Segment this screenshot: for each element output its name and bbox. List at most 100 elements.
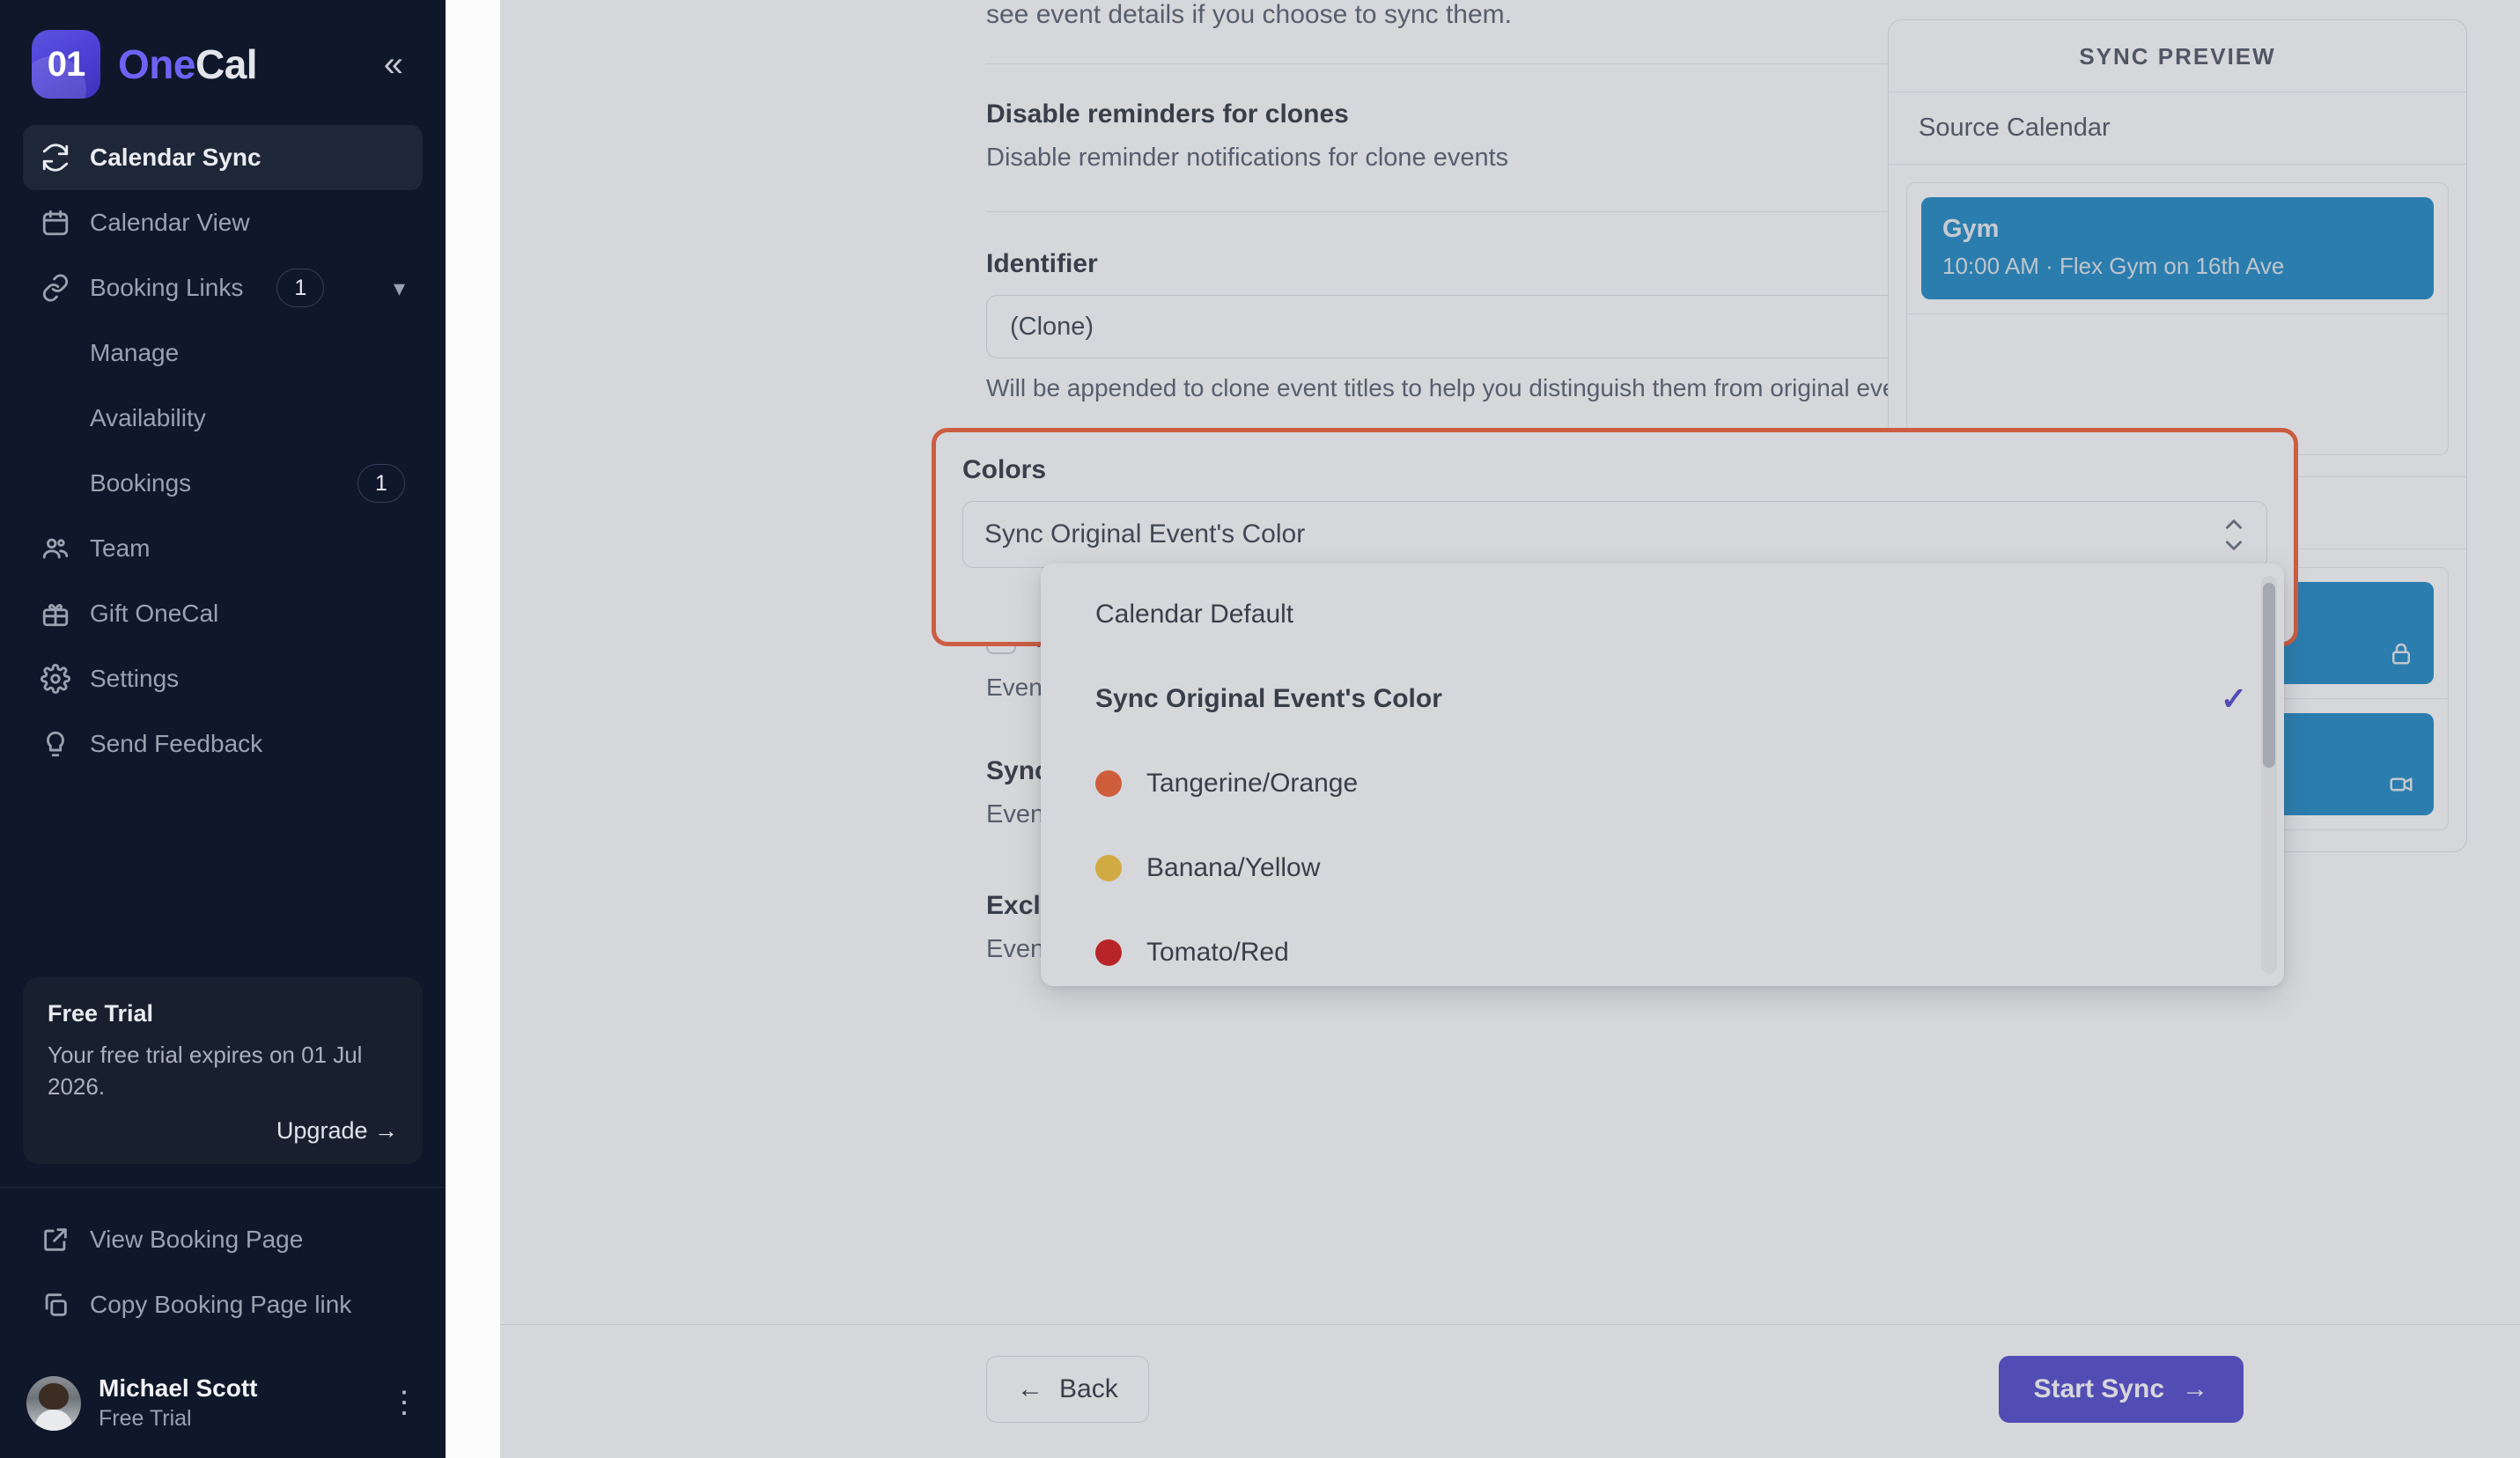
sidebar-item-label: Manage (90, 339, 179, 367)
sidebar-item-calendar-sync[interactable]: Calendar Sync (23, 125, 423, 190)
sidebar-item-label: Calendar View (90, 209, 250, 237)
sidebar-item-calendar-view[interactable]: Calendar View (23, 190, 423, 255)
disable-reminders-title: Disable reminders for clones (986, 99, 1508, 129)
free-trial-message: Your free trial expires on 01 Jul 2026. (48, 1040, 398, 1103)
colors-option-tangerine-orange[interactable]: Tangerine/Orange (1041, 752, 2284, 815)
disable-reminders-text: Disable reminders for clones Disable rem… (986, 99, 1508, 173)
footer-divider (500, 1324, 2520, 1325)
sidebar-item-label: View Booking Page (90, 1226, 303, 1254)
sidebar-item-gift-onecal[interactable]: Gift OneCal (23, 581, 423, 646)
colors-select[interactable]: Sync Original Event's Color (962, 501, 2267, 568)
source-event-slot: Gym 10:00 AM · Flex Gym on 16th Ave (1906, 182, 2449, 314)
copy-booking-page-link-button[interactable]: Copy Booking Page link (23, 1272, 423, 1337)
check-icon: ✓ (2221, 683, 2247, 715)
sidebar-item-booking-links[interactable]: Booking Links 1 ▾ (23, 255, 423, 320)
sidebar: 01 OneCal « Calendar Sync Calendar View (0, 0, 446, 1458)
event-meta: 10:00 AM · Flex Gym on 16th Ave (1942, 253, 2413, 280)
calendar-icon (41, 208, 70, 238)
free-trial-card: Free Trial Your free trial expires on 01… (23, 977, 423, 1164)
arrow-right-icon: → (2182, 1374, 2208, 1404)
logo-name-second: Cal (195, 41, 257, 87)
onecal-logo-icon: 01 (32, 30, 100, 99)
sidebar-item-settings[interactable]: Settings (23, 646, 423, 711)
back-button-label: Back (1059, 1374, 1118, 1404)
sidebar-item-label: Availability (90, 404, 206, 432)
sidebar-item-bookings[interactable]: Bookings 1 (23, 451, 423, 516)
user-profile[interactable]: Michael Scott Free Trial ⋮ (0, 1351, 446, 1458)
colors-dropdown-menu[interactable]: Calendar Default Sync Original Event's C… (1041, 563, 2284, 986)
color-swatch (1095, 855, 1122, 881)
avatar (26, 1376, 81, 1431)
view-booking-page-button[interactable]: View Booking Page (23, 1207, 423, 1272)
sidebar-item-team[interactable]: Team (23, 516, 423, 581)
disable-reminders-desc: Disable reminder notifications for clone… (986, 144, 1508, 173)
sidebar-item-label: Send Feedback (90, 730, 262, 758)
sidebar-item-send-feedback[interactable]: Send Feedback (23, 711, 423, 777)
video-camera-icon (2388, 771, 2414, 798)
status-badge: 1 (276, 269, 324, 307)
colors-dropdown-list: Calendar Default Sync Original Event's C… (1041, 563, 2284, 986)
logo-name-first: One (118, 41, 195, 87)
link-icon (41, 273, 70, 303)
external-link-icon (41, 1225, 70, 1255)
sidebar-item-label: Settings (90, 665, 179, 693)
color-swatch (1095, 939, 1122, 966)
user-plan: Free Trial (99, 1406, 257, 1432)
logo-badge-text: 01 (48, 45, 85, 85)
start-sync-button-label: Start Sync (2034, 1374, 2164, 1404)
option-label: Banana/Yellow (1146, 853, 2247, 883)
event-title: Gym (1942, 215, 2413, 244)
sidebar-item-label: Team (90, 534, 150, 563)
sidebar-item-availability[interactable]: Availability (23, 386, 423, 451)
sidebar-item-label: Bookings (90, 469, 191, 497)
colors-option-banana-yellow[interactable]: Banana/Yellow (1041, 836, 2284, 900)
status-badge: 1 (357, 464, 405, 503)
colors-option-calendar-default[interactable]: Calendar Default (1041, 583, 2284, 646)
copy-icon (41, 1290, 70, 1320)
gear-icon (41, 664, 70, 694)
main-area: see event details if you choose to sync … (446, 0, 2520, 1458)
chevrons-left-icon[interactable]: « (377, 41, 410, 87)
gift-icon (41, 599, 70, 629)
upgrade-link[interactable]: Upgrade → (48, 1117, 398, 1145)
colors-option-tomato-red[interactable]: Tomato/Red (1041, 921, 2284, 984)
lock-icon (2388, 640, 2414, 666)
colors-select-value: Sync Original Event's Color (984, 519, 2222, 549)
user-info: Michael Scott Free Trial (99, 1374, 257, 1432)
kebab-menu-icon[interactable]: ⋮ (389, 1394, 419, 1411)
option-label: Sync Original Event's Color (1095, 684, 2196, 714)
sidebar-item-manage[interactable]: Manage (23, 320, 423, 386)
main-panel: see event details if you choose to sync … (500, 0, 2520, 1458)
team-icon (41, 534, 70, 563)
sync-preview-heading: SYNC PREVIEW (1889, 20, 2466, 92)
source-calendar-label: Source Calendar (1889, 92, 2466, 165)
arrow-left-icon: ← (1017, 1374, 1043, 1404)
sidebar-item-label: Gift OneCal (90, 600, 218, 628)
sidebar-header: 01 OneCal « (0, 0, 446, 125)
chevron-up-down-icon (2222, 514, 2245, 555)
colors-option-sync-original[interactable]: Sync Original Event's Color ✓ (1041, 667, 2284, 731)
bookings-badge-wrap: 1 (357, 464, 405, 503)
main-gutter (446, 0, 500, 1458)
free-trial-title: Free Trial (48, 1000, 398, 1027)
sidebar-item-label: Booking Links (90, 274, 243, 302)
colors-label: Colors (962, 455, 2267, 485)
sidebar-divider (0, 1187, 446, 1188)
sidebar-item-label: Copy Booking Page link (90, 1291, 351, 1319)
app-title: OneCal (118, 40, 257, 88)
wizard-footer: ← Back Start Sync → (986, 1356, 2244, 1423)
sidebar-bottom-links: View Booking Page Copy Booking Page link (0, 1195, 446, 1337)
source-event-card[interactable]: Gym 10:00 AM · Flex Gym on 16th Ave (1921, 197, 2434, 299)
back-button[interactable]: ← Back (986, 1356, 1149, 1423)
option-label: Calendar Default (1095, 600, 2247, 630)
booking-links-badge-wrap: 1 (276, 269, 324, 307)
option-label: Tomato/Red (1146, 938, 2247, 968)
start-sync-button[interactable]: Start Sync → (1999, 1356, 2244, 1423)
sidebar-spacer (0, 777, 446, 977)
color-swatch (1095, 770, 1122, 797)
user-name: Michael Scott (99, 1374, 257, 1403)
chevron-down-icon[interactable]: ▾ (394, 275, 405, 302)
dropdown-scrollbar-thumb[interactable] (2263, 583, 2275, 768)
sync-icon (41, 143, 70, 173)
option-label: Tangerine/Orange (1146, 769, 2247, 799)
